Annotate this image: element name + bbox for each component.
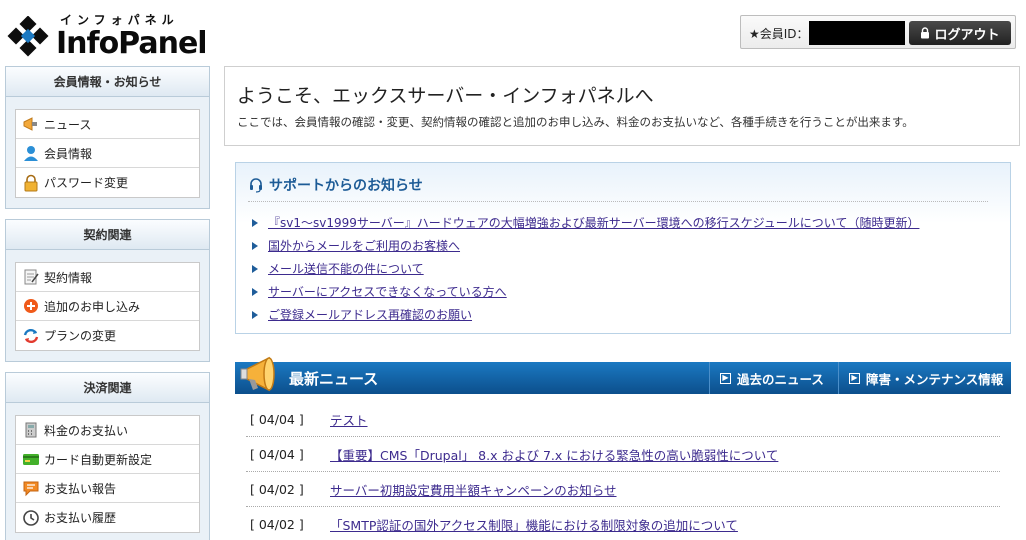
support-link[interactable]: 『sv1～sv1999サーバー』ハードウェアの大幅増強および最新サーバー環境への… bbox=[268, 214, 919, 231]
past-news-link[interactable]: ▶ 過去のニュース bbox=[709, 362, 839, 394]
sidebar-section-member: 会員情報・お知らせ ニュース 会員情報 パスワード変更 bbox=[5, 66, 210, 209]
sidebar-item-payment-report[interactable]: お支払い報告 bbox=[16, 474, 199, 503]
arrow-right-icon: ▶ bbox=[720, 372, 731, 384]
support-link-list: 『sv1～sv1999サーバー』ハードウェアの大幅増強および最新サーバー環境への… bbox=[252, 211, 919, 326]
logout-label: ログアウト bbox=[934, 27, 1000, 43]
report-icon bbox=[22, 479, 40, 497]
news-list: [ 04/04 ] テスト [ 04/04 ] 【重要】CMS「Drupal」 … bbox=[246, 402, 1000, 540]
sidebar-section-title: 会員情報・お知らせ bbox=[6, 67, 209, 97]
sidebar-item-contract-info[interactable]: 契約情報 bbox=[16, 263, 199, 292]
padlock-icon bbox=[22, 174, 40, 192]
member-id-redacted bbox=[809, 21, 905, 45]
triangle-bullet-icon bbox=[252, 264, 258, 273]
member-box: ★会員ID： ログアウト bbox=[740, 15, 1016, 49]
sidebar-item-label: カード自動更新設定 bbox=[44, 452, 153, 467]
support-link[interactable]: サーバーにアクセスできなくなっている方へ bbox=[268, 283, 507, 300]
news-row: [ 04/02 ] サーバー初期設定費用半額キャンペーンのお知らせ bbox=[246, 472, 1000, 507]
sidebar-section-payment: 決済関連 料金のお支払い カード自動更新設定 お支払い報告 お支払い履歴 bbox=[5, 372, 210, 540]
list-item: ご登録メールアドレス再確認のお願い bbox=[252, 303, 919, 326]
triangle-bullet-icon bbox=[252, 241, 258, 250]
sidebar-item-label: 契約情報 bbox=[44, 270, 93, 285]
sidebar-item-payment[interactable]: 料金のお支払い bbox=[16, 416, 199, 445]
divider bbox=[248, 201, 988, 202]
latest-news-title: 最新ニュース bbox=[289, 370, 379, 388]
news-date: [ 04/02 ] bbox=[250, 481, 304, 497]
calculator-icon bbox=[22, 421, 40, 439]
member-id-label: ★会員ID： bbox=[749, 27, 809, 41]
sidebar-item-label: ニュース bbox=[44, 117, 92, 132]
refresh-icon bbox=[22, 327, 40, 345]
arrow-right-icon: ▶ bbox=[849, 372, 860, 384]
logout-button[interactable]: ログアウト bbox=[909, 21, 1011, 45]
list-item: サーバーにアクセスできなくなっている方へ bbox=[252, 280, 919, 303]
news-date: [ 04/04 ] bbox=[250, 446, 304, 462]
news-date: [ 04/04 ] bbox=[250, 411, 304, 427]
credit-card-icon bbox=[22, 450, 40, 468]
maintenance-info-link[interactable]: ▶ 障害・メンテナンス情報 bbox=[838, 362, 1011, 394]
sidebar-item-label: プランの変更 bbox=[44, 329, 117, 343]
sidebar-item-label: お支払い履歴 bbox=[44, 511, 117, 525]
news-link[interactable]: サーバー初期設定費用半額キャンペーンのお知らせ bbox=[330, 480, 617, 499]
support-title-text: サポートからのお知らせ bbox=[269, 178, 423, 194]
support-link[interactable]: 国外からメールをご利用のお客様へ bbox=[268, 237, 460, 254]
sidebar-section-title: 決済関連 bbox=[6, 373, 209, 403]
megaphone-icon bbox=[22, 115, 40, 133]
sidebar-item-label: 料金のお支払い bbox=[44, 423, 129, 438]
sidebar-item-password[interactable]: パスワード変更 bbox=[16, 168, 199, 197]
sidebar-item-add-application[interactable]: 追加のお申し込み bbox=[16, 292, 199, 321]
support-title: サポートからのお知らせ bbox=[248, 175, 423, 195]
sidebar-section-contract: 契約関連 契約情報 追加のお申し込み プランの変更 bbox=[5, 219, 210, 362]
infopanel-logo[interactable]: インフォパネル InfoPanel bbox=[6, 8, 208, 61]
news-link[interactable]: 「SMTP認証の国外アクセス制限」機能における制限対象の追加について bbox=[330, 515, 738, 534]
sidebar-item-label: 会員情報 bbox=[44, 146, 93, 161]
headset-icon bbox=[250, 178, 262, 193]
latest-news-header: 最新ニュース ▶ 過去のニュース ▶ 障害・メンテナンス情報 bbox=[235, 356, 1011, 394]
sidebar-item-label: お支払い報告 bbox=[44, 481, 117, 496]
list-item: 『sv1～sv1999サーバー』ハードウェアの大幅増強および最新サーバー環境への… bbox=[252, 211, 919, 234]
past-news-label: 過去のニュース bbox=[737, 371, 824, 387]
triangle-bullet-icon bbox=[252, 310, 258, 319]
user-icon bbox=[22, 144, 40, 162]
triangle-bullet-icon bbox=[252, 218, 258, 227]
megaphone-icon bbox=[240, 356, 275, 392]
page-title: ようこそ、エックスサーバー・インフォパネルへ bbox=[237, 85, 654, 107]
add-circle-icon bbox=[22, 297, 40, 315]
welcome-panel: ようこそ、エックスサーバー・インフォパネルへ ここでは、会員情報の確認・変更、契… bbox=[224, 66, 1020, 146]
sidebar-list: ニュース 会員情報 パスワード変更 bbox=[15, 109, 200, 198]
support-link[interactable]: ご登録メールアドレス再確認のお願い bbox=[268, 306, 472, 323]
news-date: [ 04/02 ] bbox=[250, 516, 304, 532]
sidebar-item-label: パスワード変更 bbox=[44, 176, 129, 190]
lock-icon bbox=[921, 27, 930, 39]
triangle-bullet-icon bbox=[252, 287, 258, 296]
diamond-logo-icon bbox=[7, 16, 49, 57]
sidebar-item-plan-change[interactable]: プランの変更 bbox=[16, 321, 199, 350]
support-notice-panel: サポートからのお知らせ 『sv1～sv1999サーバー』ハードウェアの大幅増強お… bbox=[235, 162, 1011, 334]
news-link[interactable]: 【重要】CMS「Drupal」 8.x および 7.x における緊急性の高い脆弱… bbox=[330, 445, 778, 464]
support-link[interactable]: メール送信不能の件について bbox=[268, 260, 424, 277]
news-row: [ 04/04 ] 【重要】CMS「Drupal」 8.x および 7.x にお… bbox=[246, 437, 1000, 472]
news-link[interactable]: テスト bbox=[330, 410, 368, 429]
clock-icon bbox=[22, 509, 40, 527]
news-row: [ 04/04 ] テスト bbox=[246, 402, 1000, 437]
news-row: [ 04/02 ] 「SMTP認証の国外アクセス制限」機能における制限対象の追加… bbox=[246, 507, 1000, 540]
sidebar-list: 料金のお支払い カード自動更新設定 お支払い報告 お支払い履歴 bbox=[15, 415, 200, 533]
maintenance-label: 障害・メンテナンス情報 bbox=[866, 371, 1004, 387]
welcome-description: ここでは、会員情報の確認・変更、契約情報の確認と追加のお申し込み、料金のお支払い… bbox=[237, 115, 914, 129]
sidebar-item-news[interactable]: ニュース bbox=[16, 110, 199, 139]
list-item: 国外からメールをご利用のお客様へ bbox=[252, 234, 919, 257]
sidebar-item-member-info[interactable]: 会員情報 bbox=[16, 139, 199, 168]
logo-text: InfoPanel bbox=[56, 26, 208, 61]
sidebar-item-card-auto-renew[interactable]: カード自動更新設定 bbox=[16, 445, 199, 474]
sidebar-item-payment-history[interactable]: お支払い履歴 bbox=[16, 503, 199, 532]
sidebar-item-label: 追加のお申し込み bbox=[44, 299, 141, 314]
contract-icon bbox=[22, 268, 40, 286]
list-item: メール送信不能の件について bbox=[252, 257, 919, 280]
sidebar-list: 契約情報 追加のお申し込み プランの変更 bbox=[15, 262, 200, 351]
sidebar-section-title: 契約関連 bbox=[6, 220, 209, 250]
